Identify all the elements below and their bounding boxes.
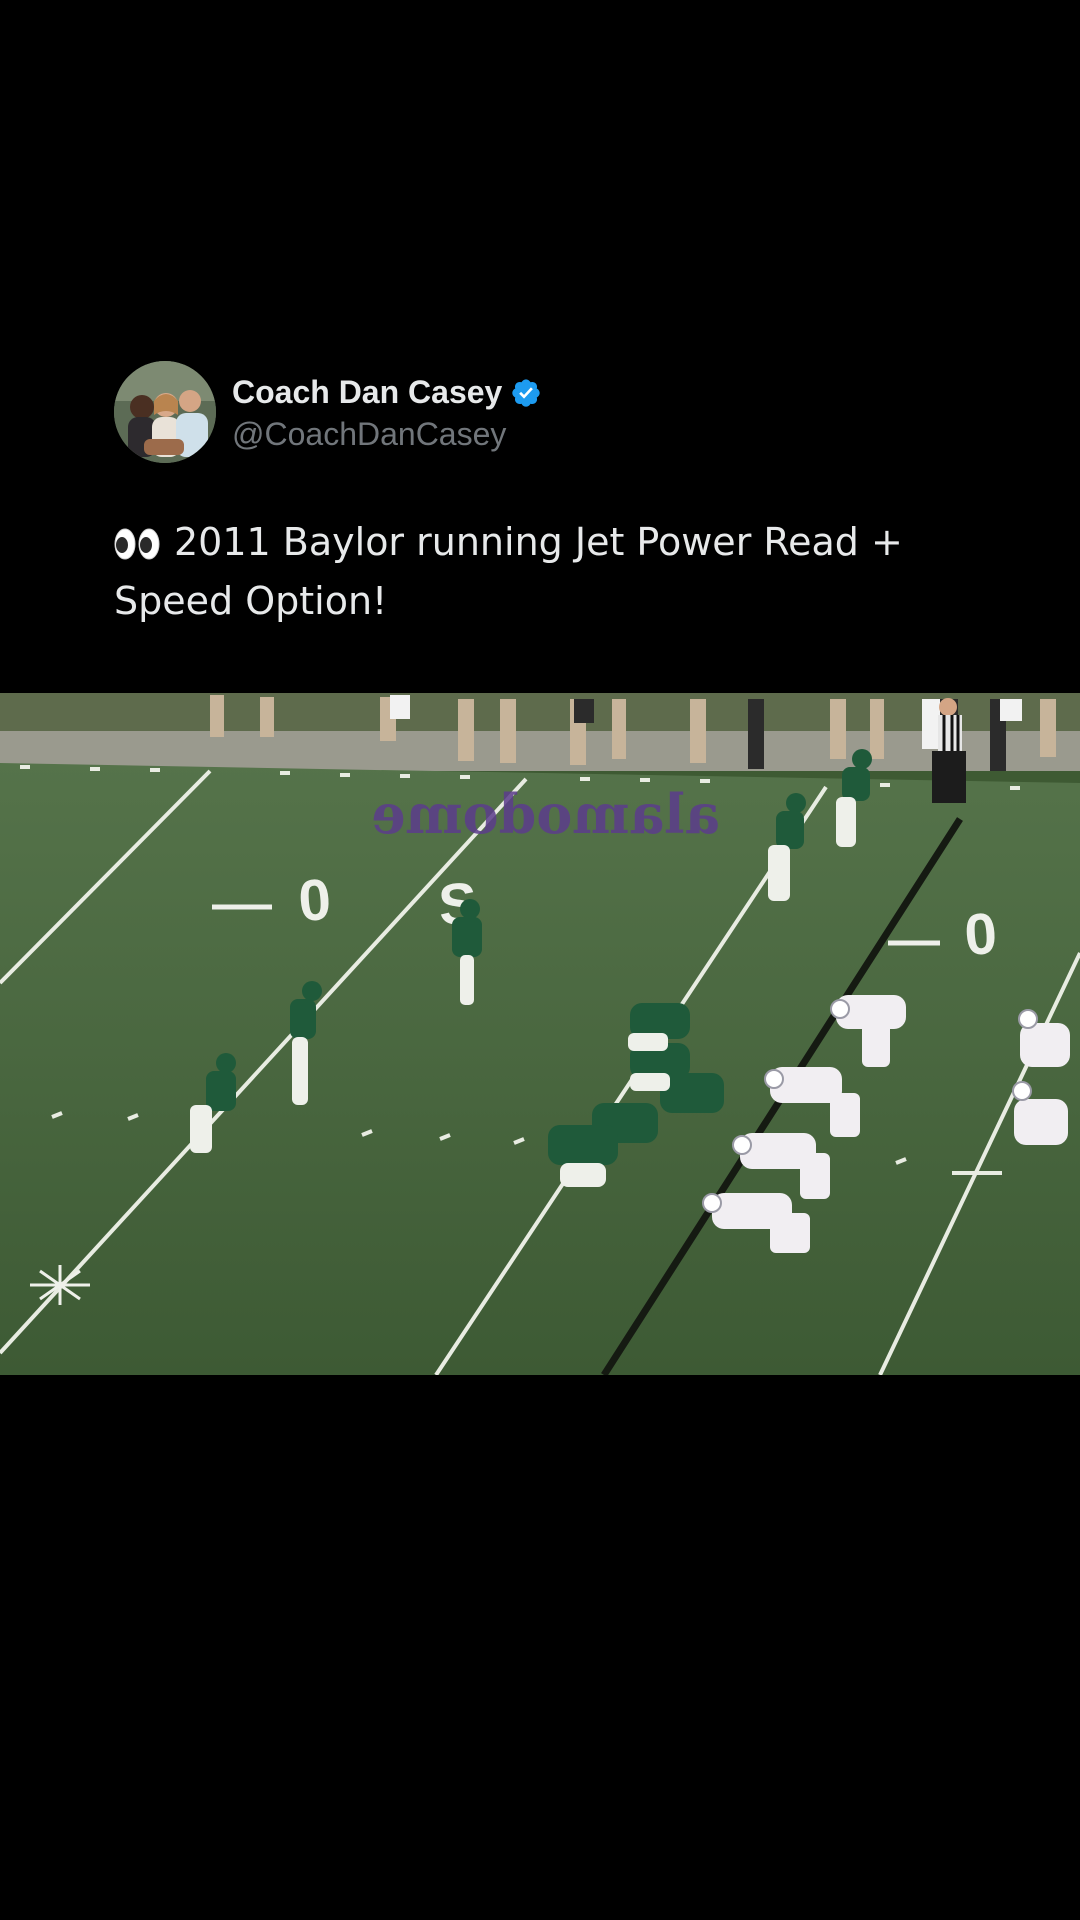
verified-badge-icon [512,378,540,407]
author-identity: Coach Dan Casey @CoachDanCasey [232,372,542,453]
tweet-body: 2011 Baylor running Jet Power Read + Spe… [114,520,903,623]
author-display-name[interactable]: Coach Dan Casey [232,374,502,411]
tweet-media[interactable]: alamodome 0 S 0 [0,693,1080,1375]
avatar-photo-icon [114,361,216,463]
svg-text:0: 0 [296,867,333,934]
svg-text:alamodome: alamodome [371,782,720,846]
svg-text:0: 0 [962,901,999,968]
football-field-video-icon: alamodome 0 S 0 [0,693,1080,1375]
tweet-card: Coach Dan Casey @CoachDanCasey 2011 Bayl… [0,0,1080,1920]
avatar[interactable] [114,361,216,463]
tweet-header: Coach Dan Casey @CoachDanCasey [114,361,542,463]
tweet-text: 2011 Baylor running Jet Power Read + Spe… [114,516,974,628]
eyes-emoji-icon [114,522,160,575]
name-row: Coach Dan Casey [232,372,542,414]
author-handle[interactable]: @CoachDanCasey [232,416,542,453]
